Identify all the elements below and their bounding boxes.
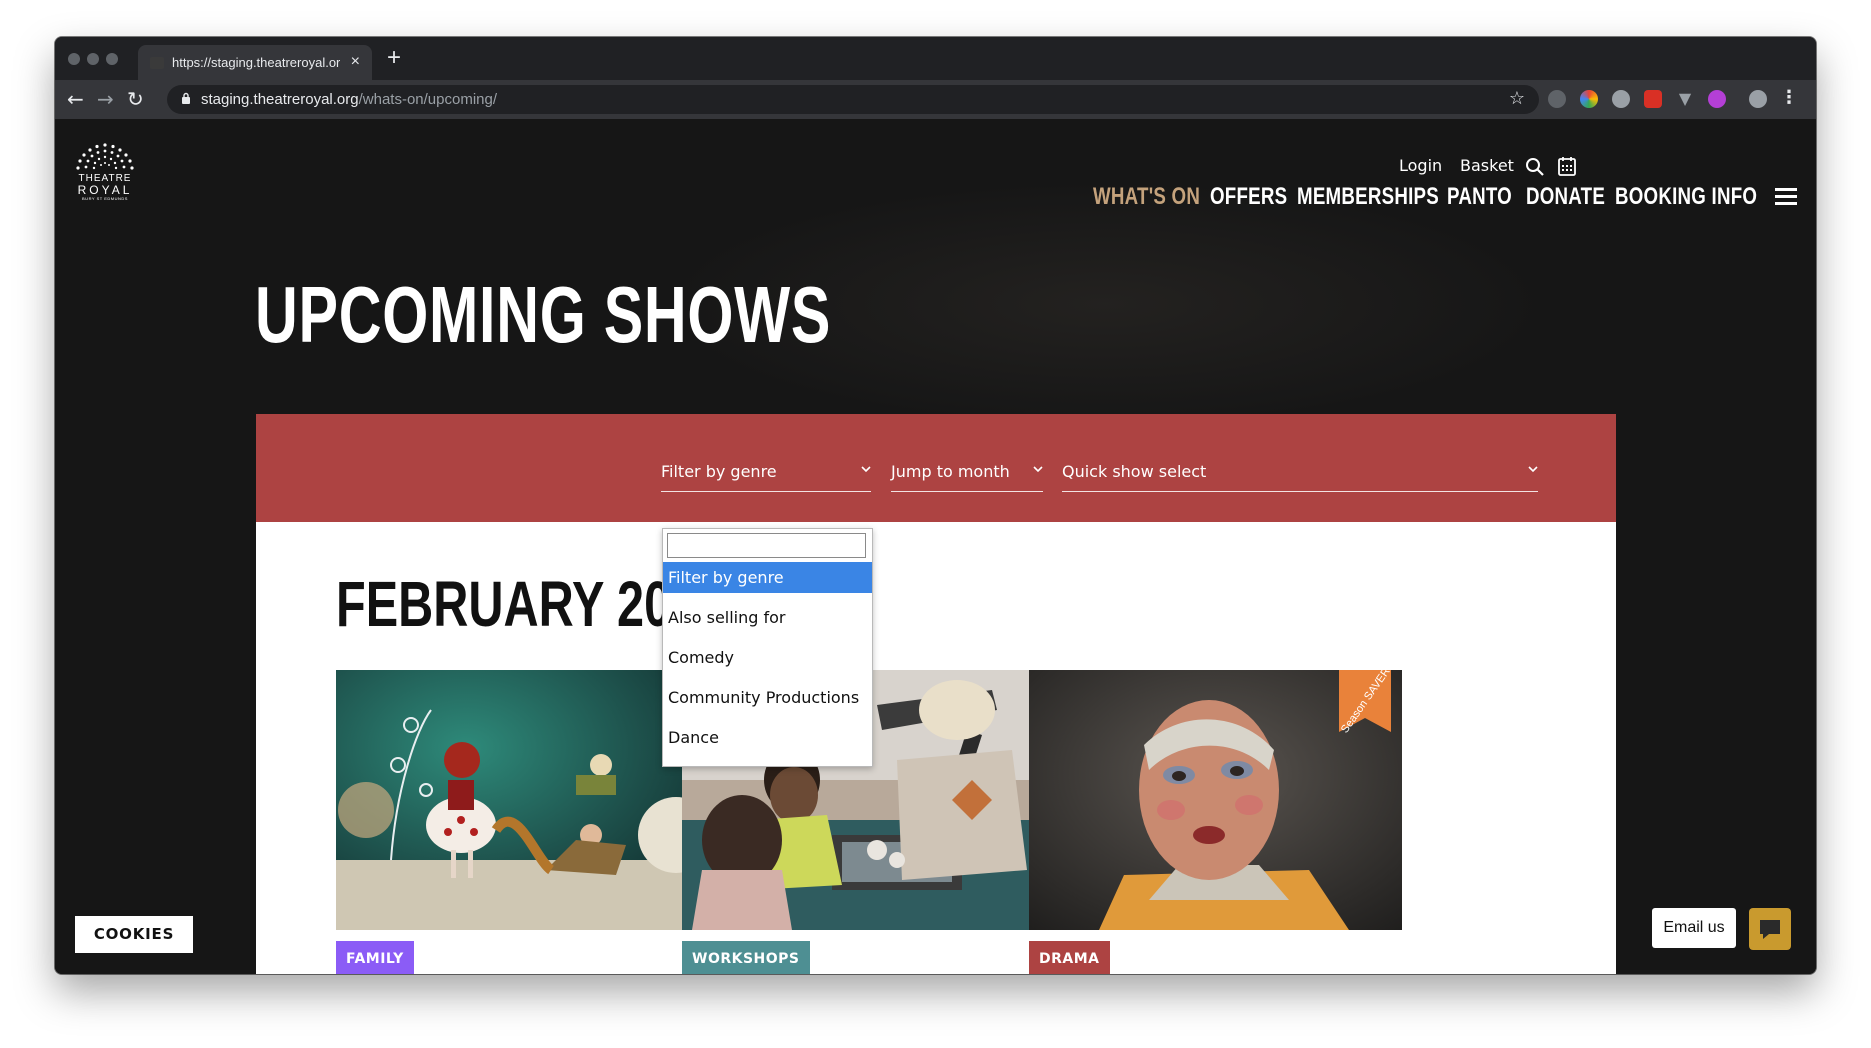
chevron-down-icon — [1528, 466, 1538, 473]
back-icon[interactable]: ← — [67, 87, 84, 111]
logo-text-royal: ROYAL — [77, 183, 133, 197]
nav-offers[interactable]: OFFERS — [1210, 183, 1287, 211]
new-tab-button[interactable]: + — [387, 44, 401, 72]
reload-icon[interactable]: ↻ — [127, 87, 144, 111]
browser-window: https://staging.theatreroyal.org/w × + ←… — [55, 37, 1816, 974]
email-us-button[interactable]: Email us — [1652, 908, 1736, 948]
nav-memberships[interactable]: MEMBERSHIPS — [1297, 183, 1439, 211]
theatre-royal-logo[interactable]: THEATRE ROYAL BURY ST EDMUNDS — [73, 141, 137, 205]
month-jump-label: Jump to month — [891, 462, 1010, 481]
bookmark-star-icon[interactable]: ☆ — [1509, 88, 1525, 109]
listing-content: FEBRUARY 202 Season SAVER FAMILY WORKSHO… — [256, 522, 1616, 974]
zoom-window-button[interactable] — [106, 53, 118, 65]
show-image-drama[interactable]: Season SAVER — [1029, 670, 1402, 930]
tab-title: https://staging.theatreroyal.org/w — [172, 55, 340, 70]
page-title: UPCOMING SHOWS — [255, 270, 832, 359]
show-photo — [336, 670, 709, 930]
dropdown-option[interactable]: Comedy — [663, 642, 872, 673]
favicon-icon — [150, 57, 164, 69]
dropdown-option[interactable]: Dance — [663, 722, 872, 753]
purple-extension-icon[interactable] — [1708, 90, 1726, 108]
browser-menu-icon[interactable]: ⋮ — [1780, 87, 1798, 108]
chat-button[interactable] — [1749, 908, 1791, 950]
logo-text-location: BURY ST EDMUNDS — [82, 196, 128, 201]
vue-extension-icon[interactable]: ▼ — [1676, 90, 1694, 108]
tab-close-icon[interactable]: × — [351, 53, 360, 71]
nav-whats-on[interactable]: WHAT'S ON — [1093, 183, 1200, 211]
sunburst-logo-icon — [76, 143, 134, 170]
show-image-family[interactable] — [336, 670, 709, 930]
browser-toolbar: ← → ↻ staging.theatreroyal.org/whats-on/… — [55, 80, 1816, 119]
dropdown-search-input[interactable] — [667, 533, 866, 558]
month-heading: FEBRUARY 202 — [336, 568, 699, 640]
profile-avatar-icon[interactable] — [1749, 90, 1767, 108]
chat-bubble-icon — [1760, 920, 1780, 939]
nav-donate[interactable]: DONATE — [1526, 183, 1605, 211]
gear-extension-icon[interactable] — [1612, 90, 1630, 108]
genre-filter-select[interactable]: Filter by genre — [661, 456, 871, 492]
show-photo: Season SAVER — [1029, 670, 1402, 930]
hamburger-menu-icon[interactable] — [1775, 188, 1797, 206]
nav-panto[interactable]: PANTO — [1447, 183, 1512, 211]
lock-icon — [182, 92, 190, 104]
color-extension-icon[interactable] — [1580, 90, 1598, 108]
quick-show-label: Quick show select — [1062, 462, 1207, 481]
browser-tab[interactable]: https://staging.theatreroyal.org/w × — [138, 45, 372, 80]
dropdown-option[interactable]: Filter by genre — [663, 562, 872, 593]
chevron-down-icon — [1033, 466, 1043, 473]
close-window-button[interactable] — [68, 53, 80, 65]
cookies-button[interactable]: COOKIES — [75, 916, 193, 953]
shield-extension-icon[interactable] — [1548, 90, 1566, 108]
red-extension-icon[interactable] — [1644, 90, 1662, 108]
login-link[interactable]: Login — [1399, 156, 1442, 175]
genre-filter-label: Filter by genre — [661, 462, 777, 481]
dropdown-option[interactable]: Also selling for — [663, 602, 872, 633]
url-text: staging.theatreroyal.org/whats-on/upcomi… — [201, 91, 498, 108]
chevron-down-icon — [861, 466, 871, 473]
dropdown-option[interactable]: Community Productions — [663, 682, 872, 713]
genre-badge-drama[interactable]: DRAMA — [1029, 941, 1110, 974]
genre-dropdown-list: Filter by genre Also selling for Comedy … — [662, 528, 873, 767]
minimize-window-button[interactable] — [87, 53, 99, 65]
quick-show-select[interactable]: Quick show select — [1062, 456, 1538, 492]
genre-badge-workshops[interactable]: WORKSHOPS — [682, 941, 810, 974]
address-bar[interactable]: staging.theatreroyal.org/whats-on/upcomi… — [167, 85, 1539, 114]
tab-strip: https://staging.theatreroyal.org/w × + — [55, 37, 1816, 80]
web-page: THEATRE ROYAL BURY ST EDMUNDS Login Bask… — [55, 119, 1816, 974]
forward-icon[interactable]: → — [97, 87, 114, 111]
filter-bar: Filter by genre Jump to month Quick show… — [256, 414, 1616, 522]
month-jump-select[interactable]: Jump to month — [891, 456, 1043, 492]
nav-booking-info[interactable]: BOOKING INFO — [1615, 183, 1757, 211]
calendar-icon[interactable] — [1558, 156, 1576, 176]
search-icon[interactable] — [1525, 157, 1544, 176]
basket-link[interactable]: Basket — [1460, 156, 1514, 175]
genre-badge-family[interactable]: FAMILY — [336, 941, 414, 974]
